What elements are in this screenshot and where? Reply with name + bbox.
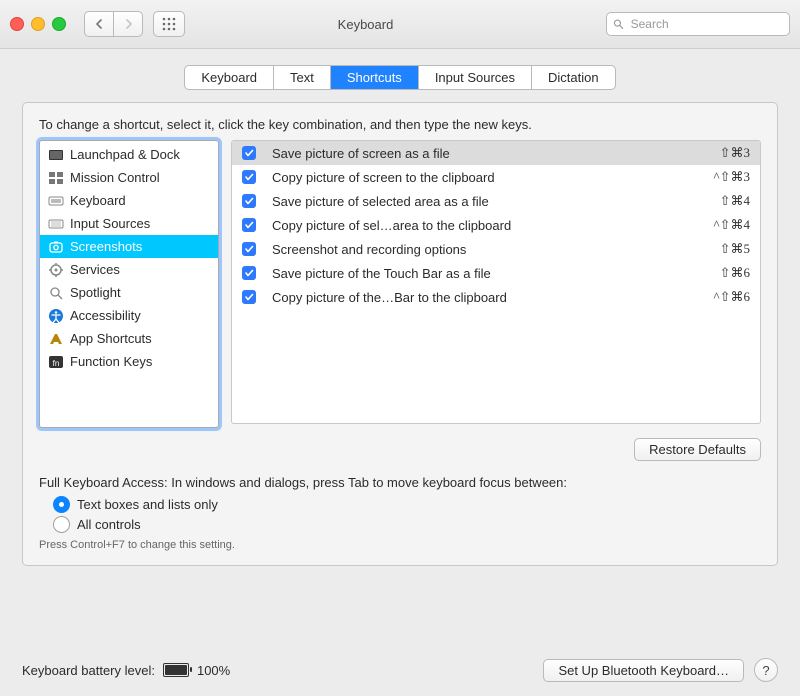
shortcut-row[interactable]: Copy picture of sel…area to the clipboar… (232, 213, 760, 237)
shortcut-label: Save picture of the Touch Bar as a file (266, 266, 710, 281)
battery-label: Keyboard battery level: (22, 663, 155, 678)
shortcut-checkbox[interactable] (242, 242, 256, 256)
keyboard-access-hint: Press Control+F7 to change this setting. (39, 539, 761, 551)
tab-shortcuts[interactable]: Shortcuts (331, 66, 419, 89)
shortcut-row[interactable]: Save picture of screen as a file ⇧⌘3 (232, 141, 760, 165)
shortcut-row[interactable]: Copy picture of the…Bar to the clipboard… (232, 285, 760, 309)
footer: Keyboard battery level: 100% Set Up Blue… (0, 646, 800, 696)
minimize-window-button[interactable] (31, 17, 45, 31)
svg-text:fn: fn (53, 359, 60, 368)
launchpad-icon (48, 147, 64, 163)
shortcut-checkbox[interactable] (242, 290, 256, 304)
category-input-sources[interactable]: Input Sources (40, 212, 218, 235)
radio-option[interactable]: All controls (53, 516, 761, 533)
search-field[interactable] (606, 12, 790, 36)
shortcut-list[interactable]: Save picture of screen as a file ⇧⌘3 Copy … (231, 140, 761, 424)
shortcut-row[interactable]: Copy picture of screen to the clipboard ^… (232, 165, 760, 189)
tab-input-sources[interactable]: Input Sources (419, 66, 532, 89)
shortcut-label: Copy picture of sel…area to the clipboar… (266, 218, 704, 233)
battery-percent: 100% (197, 663, 230, 678)
keyboard-icon (48, 193, 64, 209)
shortcut-keys[interactable]: ^⇧⌘6 (714, 289, 751, 305)
shortcut-label: Save picture of selected area as a file (266, 194, 710, 209)
screenshot-icon (48, 239, 64, 255)
category-label: Accessibility (70, 308, 141, 323)
instruction-text: To change a shortcut, select it, click t… (39, 117, 761, 132)
battery-icon (163, 663, 189, 677)
restore-defaults-button[interactable]: Restore Defaults (634, 438, 761, 461)
shortcut-keys[interactable]: ⇧⌘4 (720, 193, 750, 209)
radio-option[interactable]: Text boxes and lists only (53, 496, 761, 513)
tab-bar: KeyboardTextShortcutsInput SourcesDictat… (22, 65, 778, 90)
battery-status: Keyboard battery level: 100% (22, 663, 230, 678)
radio-label: Text boxes and lists only (77, 497, 218, 512)
shortcut-label: Screenshot and recording options (266, 242, 710, 257)
search-input[interactable] (629, 16, 783, 32)
radio-label: All controls (77, 517, 141, 532)
back-button[interactable] (84, 11, 113, 37)
keyboard-access-heading: Full Keyboard Access: In windows and dia… (39, 475, 761, 490)
tab-dictation[interactable]: Dictation (532, 66, 615, 89)
shortcut-keys[interactable]: ^⇧⌘3 (714, 169, 751, 185)
shortcut-keys[interactable]: ⇧⌘5 (720, 241, 750, 257)
accessibility-icon (48, 308, 64, 324)
window-controls (10, 17, 66, 31)
titlebar: Keyboard (0, 0, 800, 49)
category-function-keys[interactable]: fn Function Keys (40, 350, 218, 373)
shortcut-checkbox[interactable] (242, 218, 256, 232)
category-label: Screenshots (70, 239, 142, 254)
shortcut-row[interactable]: Save picture of selected area as a file ⇧… (232, 189, 760, 213)
appshortcuts-icon (48, 331, 64, 347)
shortcut-checkbox[interactable] (242, 146, 256, 160)
shortcut-checkbox[interactable] (242, 266, 256, 280)
radio-button[interactable] (53, 496, 70, 513)
window-title: Keyboard (135, 17, 596, 32)
fn-icon: fn (48, 354, 64, 370)
category-mission-control[interactable]: Mission Control (40, 166, 218, 189)
category-label: Launchpad & Dock (70, 147, 180, 162)
shortcut-row[interactable]: Screenshot and recording options ⇧⌘5 (232, 237, 760, 261)
category-label: Mission Control (70, 170, 160, 185)
services-icon (48, 262, 64, 278)
shortcut-row[interactable]: Save picture of the Touch Bar as a file ⇧… (232, 261, 760, 285)
shortcuts-pane: To change a shortcut, select it, click t… (22, 102, 778, 566)
category-label: Spotlight (70, 285, 121, 300)
category-list[interactable]: Launchpad & Dock Mission Control Keyboard I… (39, 140, 219, 428)
keyboard-access-section: Full Keyboard Access: In windows and dia… (39, 475, 761, 551)
tab-text[interactable]: Text (274, 66, 331, 89)
close-window-button[interactable] (10, 17, 24, 31)
shortcut-keys[interactable]: ^⇧⌘4 (714, 217, 751, 233)
shortcut-keys[interactable]: ⇧⌘6 (720, 265, 750, 281)
input-icon (48, 216, 64, 232)
zoom-window-button[interactable] (52, 17, 66, 31)
shortcut-checkbox[interactable] (242, 194, 256, 208)
category-services[interactable]: Services (40, 258, 218, 281)
shortcut-label: Copy picture of the…Bar to the clipboard (266, 290, 704, 305)
category-accessibility[interactable]: Accessibility (40, 304, 218, 327)
category-keyboard[interactable]: Keyboard (40, 189, 218, 212)
category-spotlight[interactable]: Spotlight (40, 281, 218, 304)
mission-icon (48, 170, 64, 186)
content-area: KeyboardTextShortcutsInput SourcesDictat… (0, 49, 800, 566)
spotlight-icon (48, 285, 64, 301)
category-launchpad-dock[interactable]: Launchpad & Dock (40, 143, 218, 166)
category-label: App Shortcuts (70, 331, 152, 346)
category-screenshots[interactable]: Screenshots (40, 235, 218, 258)
shortcut-label: Save picture of screen as a file (266, 146, 710, 161)
help-button[interactable]: ? (754, 658, 778, 682)
search-icon (613, 18, 624, 30)
category-label: Keyboard (70, 193, 126, 208)
shortcut-checkbox[interactable] (242, 170, 256, 184)
shortcut-label: Copy picture of screen to the clipboard (266, 170, 704, 185)
category-label: Function Keys (70, 354, 152, 369)
category-label: Input Sources (70, 216, 150, 231)
tab-keyboard[interactable]: Keyboard (185, 66, 274, 89)
category-label: Services (70, 262, 120, 277)
radio-button[interactable] (53, 516, 70, 533)
category-app-shortcuts[interactable]: App Shortcuts (40, 327, 218, 350)
bluetooth-keyboard-button[interactable]: Set Up Bluetooth Keyboard… (543, 659, 744, 682)
shortcut-keys[interactable]: ⇧⌘3 (720, 145, 750, 161)
